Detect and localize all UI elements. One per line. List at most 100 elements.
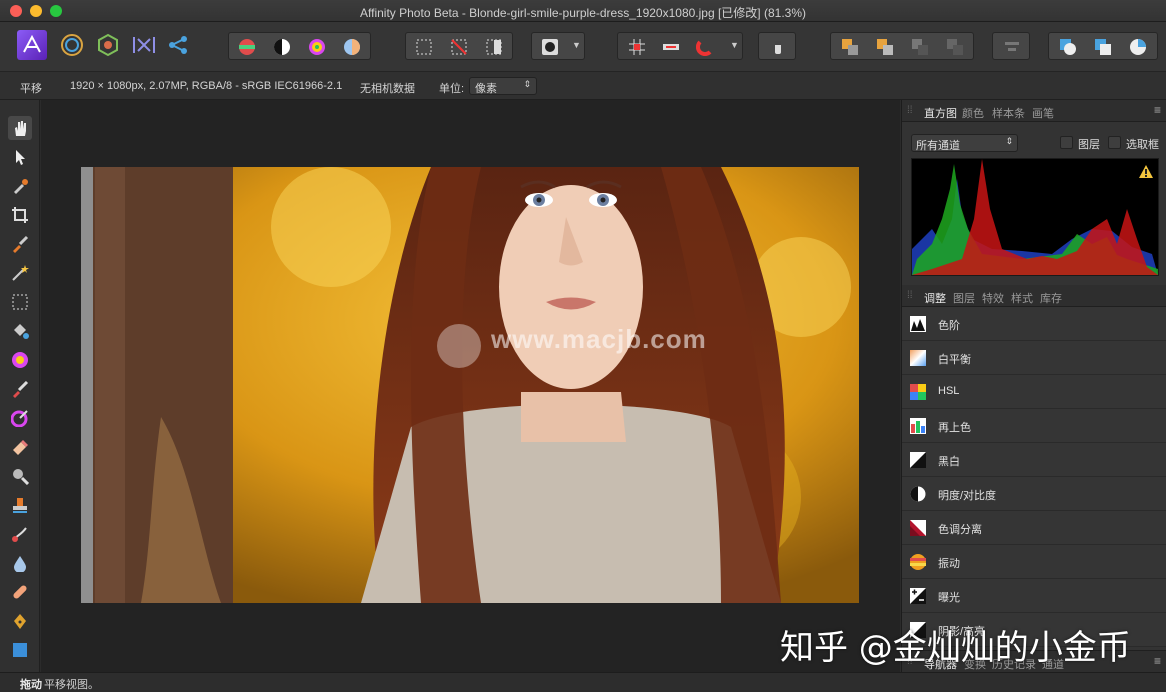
levels-icon (910, 316, 926, 332)
move-to-back-icon[interactable] (841, 38, 859, 56)
tab-brushes[interactable]: 画笔 (1032, 105, 1054, 121)
clone-brush-tool[interactable] (8, 493, 32, 517)
assistant-button[interactable] (758, 32, 796, 60)
snapping-magnet-icon[interactable] (695, 38, 714, 57)
tab-adjustments[interactable]: 调整 (924, 290, 946, 306)
quick-mask-group[interactable]: ▼ (531, 32, 585, 60)
tab-effects[interactable]: 特效 (982, 290, 1004, 306)
assistant-icon (769, 38, 787, 56)
adjustment-label: 白平衡 (938, 354, 971, 366)
pen-nib-icon (14, 614, 26, 629)
tab-styles[interactable]: 样式 (1011, 290, 1033, 306)
move-to-front-icon[interactable] (946, 38, 964, 56)
erase-brush-tool[interactable] (8, 435, 32, 459)
color-replacement-tool[interactable] (8, 406, 32, 430)
canvas-area[interactable]: www.macjb.com (41, 100, 900, 672)
channel-select[interactable]: 所有通道 ⇕ (911, 134, 1018, 152)
crop-tool[interactable] (8, 203, 32, 227)
paint-brush-tool[interactable] (8, 377, 32, 401)
dodge-burn-tool[interactable] (8, 464, 32, 488)
status-hint: 平移视图。 (44, 679, 99, 691)
warning-icon[interactable] (1139, 165, 1153, 181)
black-white-icon (910, 452, 926, 468)
select-all-icon[interactable] (415, 38, 433, 56)
develop-persona-icon[interactable] (93, 30, 123, 60)
photo-persona-icon[interactable] (17, 30, 47, 60)
deselect-icon[interactable] (450, 38, 468, 56)
snapping-group: ▼ (617, 32, 743, 60)
photo-content (81, 167, 859, 603)
intersect-shape-icon[interactable] (1129, 38, 1147, 56)
chevron-down-icon[interactable]: ▼ (730, 40, 739, 50)
main-toolbar: ▼ ▼ (0, 22, 1166, 72)
view-tool[interactable] (8, 116, 32, 140)
quick-mask-icon[interactable] (541, 38, 559, 56)
adjustment-item-posterize[interactable]: 色调分离 (902, 511, 1166, 545)
smudge-tool[interactable] (8, 522, 32, 546)
chevron-down-icon[interactable]: ▼ (572, 40, 581, 50)
tab-color[interactable]: 颜色 (962, 105, 984, 121)
watermark-logo-icon (437, 324, 481, 368)
tab-histogram[interactable]: 直方图 (924, 105, 957, 121)
white-balance-tool-icon[interactable] (343, 38, 361, 56)
panel-grip-icon[interactable]: ⁞⁞ (907, 105, 913, 116)
adjustment-item-recolor[interactable]: 再上色 (902, 409, 1166, 443)
flood-select-tool[interactable] (8, 261, 32, 285)
adjustment-item-hsl[interactable]: HSL (902, 375, 1166, 409)
posterize-icon (910, 520, 926, 536)
title-bar: Affinity Photo Beta - Blonde-girl-smile-… (0, 0, 1166, 22)
tab-swatches[interactable]: 样本条 (992, 105, 1025, 121)
histogram-graph (911, 158, 1159, 276)
color-wheel-icon[interactable] (308, 38, 326, 56)
force-pixel-align-icon[interactable] (662, 38, 680, 56)
invert-selection-icon[interactable] (485, 38, 503, 56)
magic-wand-icon (12, 265, 29, 281)
paint-brush-icon (13, 380, 29, 398)
selection-checkbox[interactable] (1108, 136, 1121, 149)
adjustment-item-exposure[interactable]: 曝光 (902, 579, 1166, 613)
grid-icon[interactable] (628, 38, 646, 56)
move-tool[interactable] (8, 145, 32, 169)
rectangular-marquee-tool[interactable] (8, 290, 32, 314)
layer-checkbox[interactable] (1060, 136, 1073, 149)
tab-layers[interactable]: 图层 (953, 290, 975, 306)
hsl-icon (910, 384, 926, 400)
move-forward-one-icon[interactable] (911, 38, 929, 56)
adjustment-item-brightness-contrast[interactable]: 明度/对比度 (902, 477, 1166, 511)
move-back-one-icon[interactable] (876, 38, 894, 56)
subtract-shape-icon[interactable] (1094, 38, 1112, 56)
panel-grip-icon[interactable]: ⁞⁞ (907, 290, 913, 301)
document-image[interactable] (81, 167, 859, 603)
paint-bucket-icon (14, 324, 29, 339)
panel-menu-icon[interactable]: ≡ (1154, 103, 1161, 117)
adjustment-item-vibrance[interactable]: 振动 (902, 545, 1166, 579)
contrast-icon[interactable] (273, 38, 291, 56)
tone-mapping-persona-icon[interactable] (129, 30, 159, 60)
export-persona-icon[interactable] (163, 30, 193, 60)
selection-brush-tool[interactable] (8, 232, 32, 256)
add-shape-icon[interactable] (1059, 38, 1077, 56)
color-picker-tool[interactable] (8, 174, 32, 198)
adjustment-label: HSL (938, 385, 960, 397)
color-balance-icon[interactable] (238, 38, 256, 56)
unit-select[interactable]: 像素 ⇕ (469, 77, 537, 95)
adjustment-item-white-balance[interactable]: 白平衡 (902, 341, 1166, 375)
gradient-tool[interactable] (8, 348, 32, 372)
healing-brush-tool[interactable] (8, 580, 32, 604)
adjustment-label: 再上色 (938, 422, 971, 434)
panel-menu-icon[interactable]: ≡ (1154, 654, 1161, 668)
blur-brush-tool[interactable] (8, 551, 32, 575)
adjustment-item-black-white[interactable]: 黑白 (902, 443, 1166, 477)
window-title: Affinity Photo Beta - Blonde-girl-smile-… (360, 6, 806, 20)
align-button[interactable] (992, 32, 1030, 60)
adjustment-item-levels[interactable]: 色阶 (902, 307, 1166, 341)
flood-fill-tool[interactable] (8, 319, 32, 343)
recolor-icon (910, 418, 926, 434)
liquify-persona-icon[interactable] (57, 30, 87, 60)
align-icon (1003, 38, 1021, 56)
rectangle-shape-tool[interactable] (8, 638, 32, 662)
pointer-icon (16, 150, 25, 165)
tab-stock[interactable]: 库存 (1040, 290, 1062, 306)
smudge-icon (12, 527, 27, 542)
pen-tool[interactable] (8, 609, 32, 633)
